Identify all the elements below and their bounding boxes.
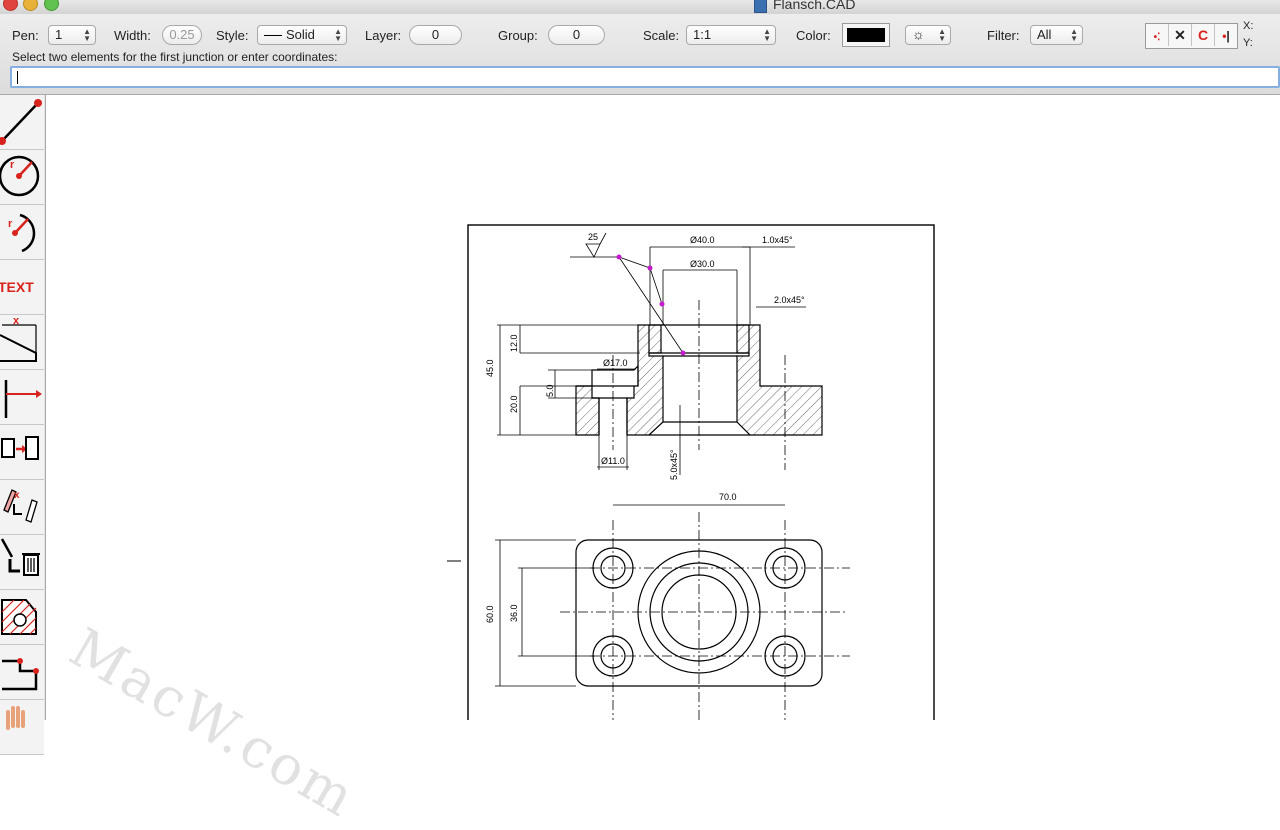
scale-label: Scale:: [643, 28, 680, 43]
group-label: Group:: [498, 28, 538, 43]
dim-h60: 60.0: [485, 605, 495, 623]
dimension-tool[interactable]: x: [0, 315, 44, 370]
snap-intersection-button[interactable]: ✕: [1169, 24, 1192, 46]
svg-text:r: r: [10, 159, 15, 171]
gear-icon: ☼: [912, 26, 925, 42]
color-label: Color:: [796, 28, 831, 43]
scale-dropdown[interactable]: 1:1 ▲ ▼: [686, 25, 776, 45]
dim-h12: 12.0: [509, 334, 519, 352]
delete-tool[interactable]: [0, 535, 44, 590]
line-style-swatch: [264, 35, 282, 37]
tool-palette: r r TEXT x x: [0, 95, 46, 755]
arc-tool[interactable]: r: [0, 205, 44, 260]
pen-value: 1: [55, 27, 63, 42]
hatch-tool[interactable]: [0, 590, 44, 645]
dim-chamfer-inner: 2.0x45°: [774, 295, 805, 305]
top-view: [495, 504, 850, 720]
width-label: Width:: [114, 28, 151, 43]
window-title: Flansch.CAD: [773, 0, 856, 12]
grid-snap-icon: •⁚: [1153, 32, 1161, 43]
y-coordinate-label: Y:: [1243, 37, 1253, 49]
dim-d30: Ø30.0: [690, 259, 715, 269]
pen-label: Pen:: [12, 28, 39, 43]
circle-radius-icon: r: [0, 155, 40, 197]
style-value: Solid: [286, 27, 315, 42]
filter-dropdown[interactable]: All ▲ ▼: [1030, 25, 1083, 45]
dim-d40: Ø40.0: [690, 235, 715, 245]
edit-pencil-icon: x: [3, 489, 38, 523]
text-tool[interactable]: TEXT: [0, 260, 44, 315]
dropdown-arrows-icon: ▲ ▼: [334, 27, 342, 43]
dim-d17: Ø17.0: [603, 358, 628, 368]
style-dropdown[interactable]: Solid ▲ ▼: [257, 25, 347, 45]
polyline-tool[interactable]: [0, 645, 44, 700]
technical-drawing: 25 Ø40.0 1.0x45° Ø30.0 2.0x45° Ø17.0 Ø11…: [447, 224, 935, 720]
settings-dropdown[interactable]: ☼ ▲ ▼: [905, 25, 951, 45]
close-window-button[interactable]: [3, 0, 18, 11]
perpendicular-tool[interactable]: [0, 370, 44, 425]
arc-icon: r: [8, 213, 36, 253]
intersection-icon: ✕: [1174, 27, 1186, 43]
snap-center-button[interactable]: C: [1192, 24, 1215, 46]
scale-value: 1:1: [693, 27, 712, 42]
dim-h20: 20.0: [509, 395, 519, 413]
surface-finish-value: 25: [588, 232, 598, 242]
layer-label: Layer:: [365, 28, 402, 43]
style-label: Style:: [216, 28, 249, 43]
line-tool-icon: [0, 99, 42, 145]
dim-h5: 5.0: [545, 384, 555, 397]
width-field[interactable]: 0.25: [162, 25, 202, 45]
title-bar: Flansch.CAD: [0, 0, 1280, 14]
dim-h45: 45.0: [485, 359, 495, 377]
pan-tool[interactable]: [0, 700, 44, 755]
perpendicular-line-icon: [4, 380, 42, 418]
command-prompt: Select two elements for the first juncti…: [12, 50, 338, 64]
drawing-sheet-border: [467, 224, 935, 720]
circle-tool[interactable]: r: [0, 150, 44, 205]
dimension-icon: x: [0, 315, 37, 362]
group-field[interactable]: 0: [548, 25, 605, 45]
dropdown-arrows-icon: ▲ ▼: [938, 27, 946, 43]
center-snap-icon: C: [1197, 27, 1209, 43]
modify-tool[interactable]: x: [0, 480, 44, 535]
copy-icon: [1, 436, 39, 460]
stepper-arrows-icon: ▲ ▼: [83, 27, 91, 43]
trash-icon: [0, 538, 40, 576]
svg-text:x: x: [14, 490, 20, 501]
text-caret: [17, 71, 18, 84]
svg-text:r: r: [8, 218, 13, 230]
dim-d11: Ø11.0: [601, 456, 625, 466]
dropdown-arrows-icon: ▲ ▼: [1070, 27, 1078, 43]
perpendicular-icon: •|: [1222, 29, 1230, 43]
command-input[interactable]: [10, 66, 1280, 88]
x-coordinate-label: X:: [1243, 20, 1254, 32]
pen-stepper[interactable]: 1 ▲ ▼: [48, 25, 96, 45]
layer-field[interactable]: 0: [409, 25, 462, 45]
drawing-canvas[interactable]: 25 Ø40.0 1.0x45° Ø30.0 2.0x45° Ø17.0 Ø11…: [46, 96, 1280, 830]
dropdown-arrows-icon: ▲ ▼: [763, 27, 771, 43]
snap-grid-button[interactable]: •⁚: [1146, 24, 1169, 46]
document-icon: [754, 0, 767, 13]
copy-tool[interactable]: [0, 425, 44, 480]
dim-chamfer-top: 1.0x45°: [762, 235, 793, 245]
minimize-window-button[interactable]: [23, 0, 38, 11]
polyline-icon: [2, 658, 39, 691]
color-well[interactable]: [842, 23, 890, 47]
hatch-icon: [1, 599, 37, 635]
snap-perpendicular-button[interactable]: •|: [1215, 24, 1237, 46]
dim-w70: 70.0: [719, 492, 737, 502]
svg-text:x: x: [13, 315, 20, 327]
section-view: [497, 232, 823, 475]
toolbar: Pen: 1 ▲ ▼ Width: 0.25 Style: Solid ▲ ▼ Laye…: [0, 14, 1280, 95]
filter-label: Filter:: [987, 28, 1020, 43]
snap-mode-group: •⁚ ✕ C •|: [1145, 23, 1238, 49]
zoom-window-button[interactable]: [44, 0, 59, 11]
dim-chamfer-bottom: 5.0x45°: [669, 449, 679, 480]
line-tool[interactable]: [0, 95, 44, 150]
color-swatch: [847, 28, 885, 42]
hand-icon: [6, 706, 25, 730]
filter-value: All: [1037, 27, 1052, 42]
text-tool-label: TEXT: [0, 279, 34, 295]
dim-h36: 36.0: [509, 604, 519, 622]
